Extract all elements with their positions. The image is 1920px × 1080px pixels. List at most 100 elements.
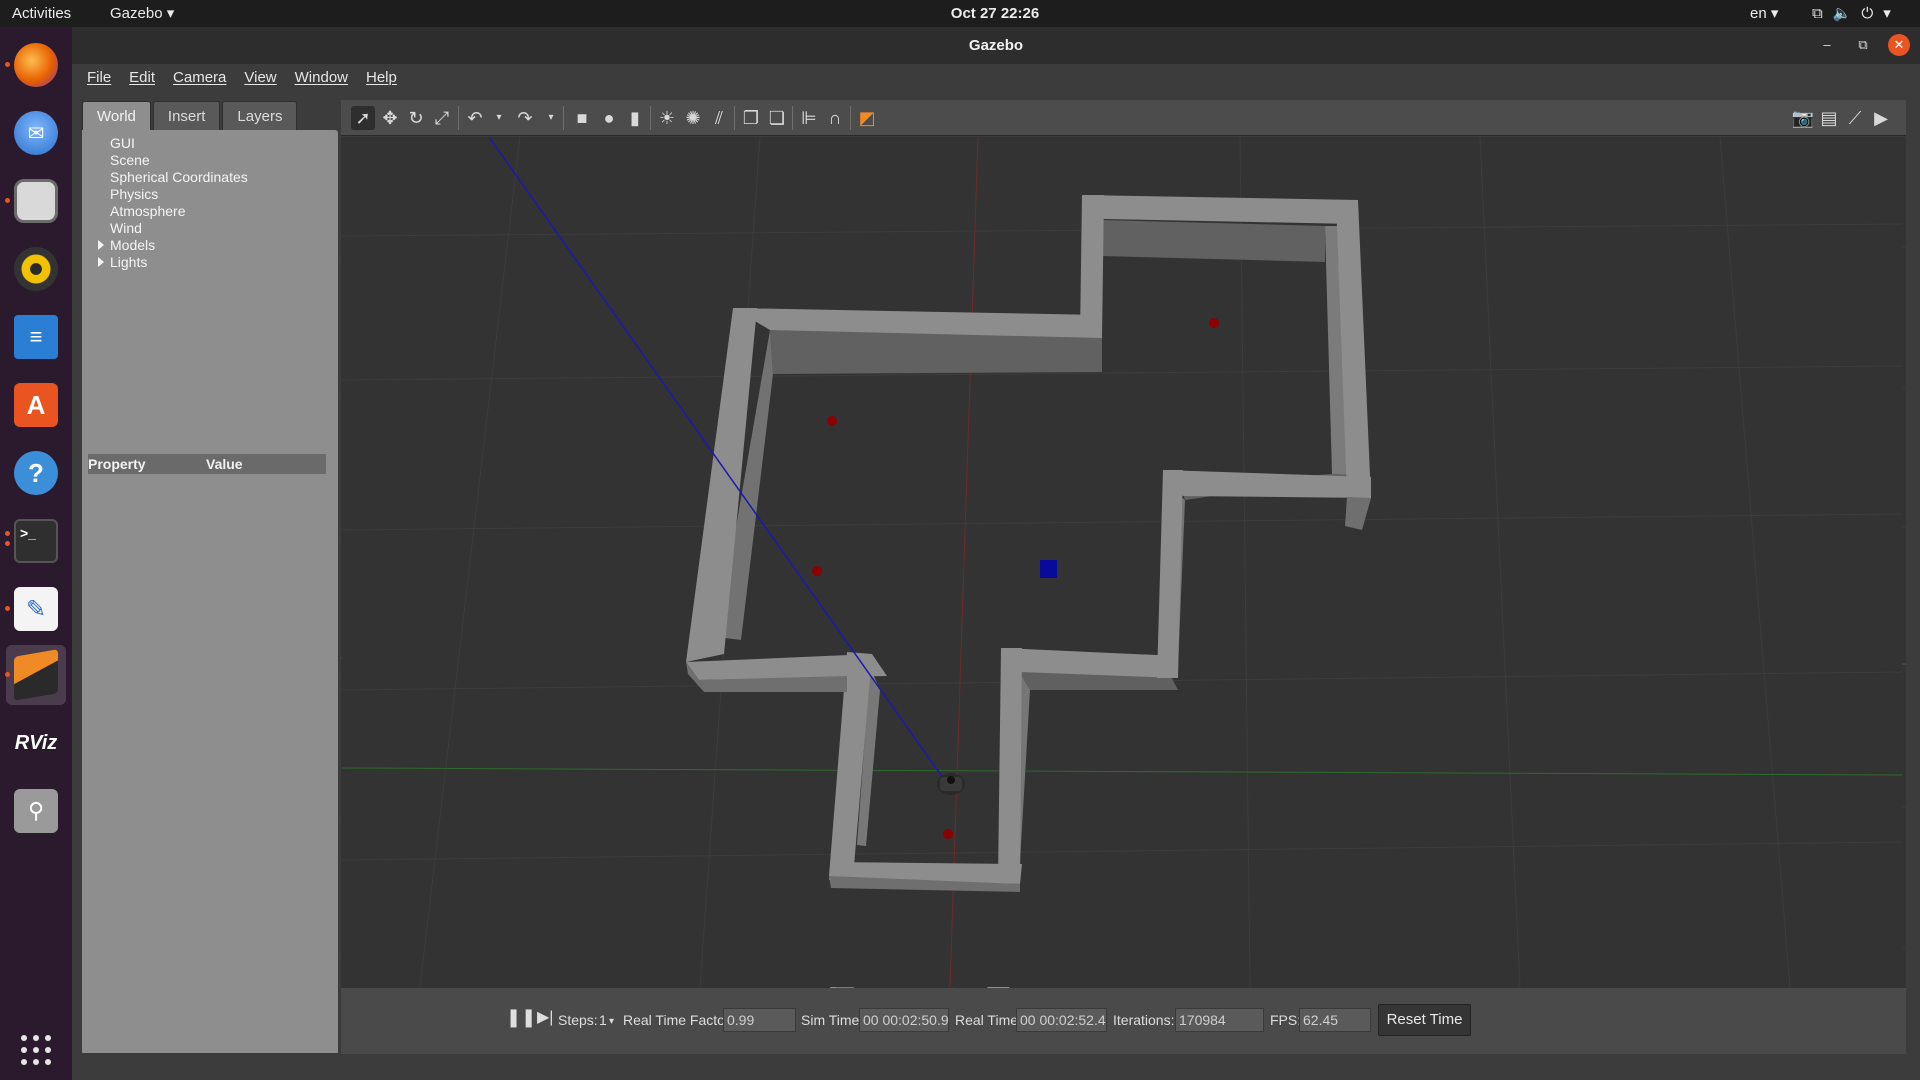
window-titlebar[interactable]: Gazebo – ⧉ ✕ (72, 27, 1920, 64)
dock-terminal[interactable]: >_ (5, 511, 66, 571)
undo-history-chevron-icon[interactable]: ▾ (487, 106, 511, 130)
close-button[interactable]: ✕ (1888, 34, 1910, 56)
tree-item-spherical-coordinates[interactable]: Spherical Coordinates (110, 169, 248, 185)
edit-icon: ✎ (14, 587, 58, 631)
tree-item-lights[interactable]: Lights (98, 254, 147, 270)
menu-window[interactable]: Window (286, 64, 357, 92)
tree-item-wind[interactable]: Wind (110, 220, 142, 236)
tree-item-atmosphere[interactable]: Atmosphere (110, 203, 185, 219)
menu-camera[interactable]: Camera (164, 64, 235, 92)
3d-scene-viewport[interactable] (341, 137, 1906, 988)
select-mode-icon[interactable]: ➚ (351, 106, 375, 130)
undo-icon[interactable]: ↶ (463, 106, 487, 130)
tree-item-scene[interactable]: Scene (110, 152, 150, 168)
dock-help[interactable]: ? (6, 443, 66, 503)
plot-icon[interactable]: ⟋ (1843, 106, 1867, 130)
copy-icon[interactable]: ❐ (739, 106, 763, 130)
minimize-button[interactable]: – (1816, 34, 1838, 56)
dock-files[interactable] (5, 171, 66, 231)
system-status-area[interactable]: ⧉ 🔈 ⏻ ▾ (1812, 0, 1891, 27)
music-icon (14, 247, 58, 291)
tree-item-label: Models (110, 237, 156, 253)
redo-history-chevron-icon[interactable]: ▾ (539, 106, 563, 130)
expand-arrow-icon[interactable] (98, 257, 104, 267)
screenshot-icon[interactable]: 📷 (1791, 106, 1815, 130)
real-time-field: 00 00:02:52.464 (1016, 1008, 1107, 1032)
dock-rviz[interactable]: RViz (6, 713, 66, 773)
left-panel: World Insert Layers GUI Scene Spherical … (82, 101, 338, 1053)
maze-wall-sides (678, 219, 1159, 615)
menu-help[interactable]: Help (357, 64, 406, 92)
align-icon[interactable]: ⊫ (797, 106, 821, 130)
box-shape-icon[interactable]: ■ (570, 106, 594, 130)
dock-thunderbird[interactable]: ✉ (6, 103, 66, 163)
menu-file[interactable]: File (78, 64, 120, 92)
grid-icon (21, 1035, 51, 1065)
reset-time-button[interactable]: Reset Time (1378, 1004, 1471, 1036)
log-icon[interactable]: ▤ (1817, 106, 1841, 130)
language-indicator[interactable]: en ▾ (1750, 0, 1778, 27)
point-light-icon[interactable]: ☀ (655, 106, 679, 130)
dock-rhythmbox[interactable] (6, 239, 66, 299)
snap-icon[interactable]: ∩ (823, 106, 847, 130)
menu-view[interactable]: View (235, 64, 285, 92)
network-icon: ⧉ (1812, 5, 1823, 22)
rotate-mode-icon[interactable]: ↻ (404, 106, 428, 130)
sim-time-field: 00 00:02:50.984 (859, 1008, 949, 1032)
video-record-icon[interactable]: ▶ (1869, 106, 1893, 130)
folder-icon (14, 179, 58, 223)
step-icon[interactable]: ▶| (537, 1007, 553, 1027)
iterations-field: 170984 (1175, 1008, 1264, 1032)
usb-icon: ⚲ (14, 789, 58, 833)
redo-icon[interactable]: ↷ (513, 106, 537, 130)
volume-icon: 🔈 (1832, 5, 1852, 22)
tab-insert[interactable]: Insert (152, 101, 221, 130)
rviz-icon: RViz (14, 731, 58, 754)
view-angle-icon[interactable]: ◩ (855, 106, 879, 130)
gazebo-window: Gazebo – ⧉ ✕ File Edit Camera View Windo… (72, 27, 1920, 1080)
document-icon: ≡ (14, 315, 58, 359)
menu-edit[interactable]: Edit (120, 64, 164, 92)
translate-mode-icon[interactable]: ✥ (378, 106, 402, 130)
sim-time-label: Sim Time: (801, 1012, 864, 1028)
expand-arrow-icon[interactable] (98, 240, 104, 250)
show-apps-button[interactable] (6, 1020, 66, 1080)
dock-writer[interactable]: ≡ (6, 307, 66, 367)
dock-software[interactable]: A (6, 375, 66, 435)
tree-item-models[interactable]: Models (98, 237, 156, 253)
tree-item-gui[interactable]: GUI (110, 135, 135, 151)
scale-mode-icon[interactable]: ⤢ (430, 106, 454, 130)
mail-icon: ✉ (14, 111, 58, 155)
tab-layers[interactable]: Layers (222, 101, 298, 130)
viewport-toolbar: ➚ ✥ ↻ ⤢ ↶ ▾ ↷ ▾ ■ ● ▮ ☀ ✺ ⫽ ❐ ❏ ⊫ ∩ ◩ 📷 (341, 100, 1906, 136)
power-icon: ⏻ (1861, 5, 1874, 22)
dock-usb[interactable]: ⚲ (6, 781, 66, 841)
store-icon: A (14, 383, 58, 427)
dock-firefox[interactable] (5, 35, 66, 95)
panel-tabs: World Insert Layers (82, 101, 298, 130)
menu-bar: File Edit Camera View Window Help (72, 64, 1920, 92)
tab-world[interactable]: World (82, 101, 151, 130)
steps-chevron-icon[interactable]: ▾ (609, 1016, 614, 1027)
maximize-button[interactable]: ⧉ (1852, 34, 1874, 56)
cylinder-shape-icon[interactable]: ▮ (623, 106, 647, 130)
dock-text-editor[interactable]: ✎ (5, 579, 66, 639)
sphere-shape-icon[interactable]: ● (597, 106, 621, 130)
tree-item-physics[interactable]: Physics (110, 186, 158, 202)
pause-icon[interactable]: ❚❚ (506, 1007, 536, 1028)
real-time-label: Real Time: (955, 1012, 1022, 1028)
spot-light-icon[interactable]: ✺ (681, 106, 705, 130)
dock-gazebo[interactable] (5, 645, 66, 705)
property-column-header: Property (88, 456, 146, 472)
paste-icon[interactable]: ❏ (765, 106, 789, 130)
chevron-down-icon: ▾ (1883, 5, 1891, 22)
clock[interactable]: Oct 27 22:26 (0, 0, 1920, 27)
steps-value[interactable]: 1 (599, 1012, 607, 1028)
rtf-label: Real Time Factor: (623, 1012, 734, 1028)
directional-light-icon[interactable]: ⫽ (707, 106, 731, 130)
system-top-bar: Activities Gazebo ▾ Oct 27 22:26 en ▾ ⧉ … (0, 0, 1920, 27)
firefox-icon (14, 43, 58, 87)
fps-label: FPS: (1270, 1012, 1302, 1028)
value-column-header: Value (206, 456, 243, 472)
iterations-label: Iterations: (1113, 1012, 1175, 1028)
